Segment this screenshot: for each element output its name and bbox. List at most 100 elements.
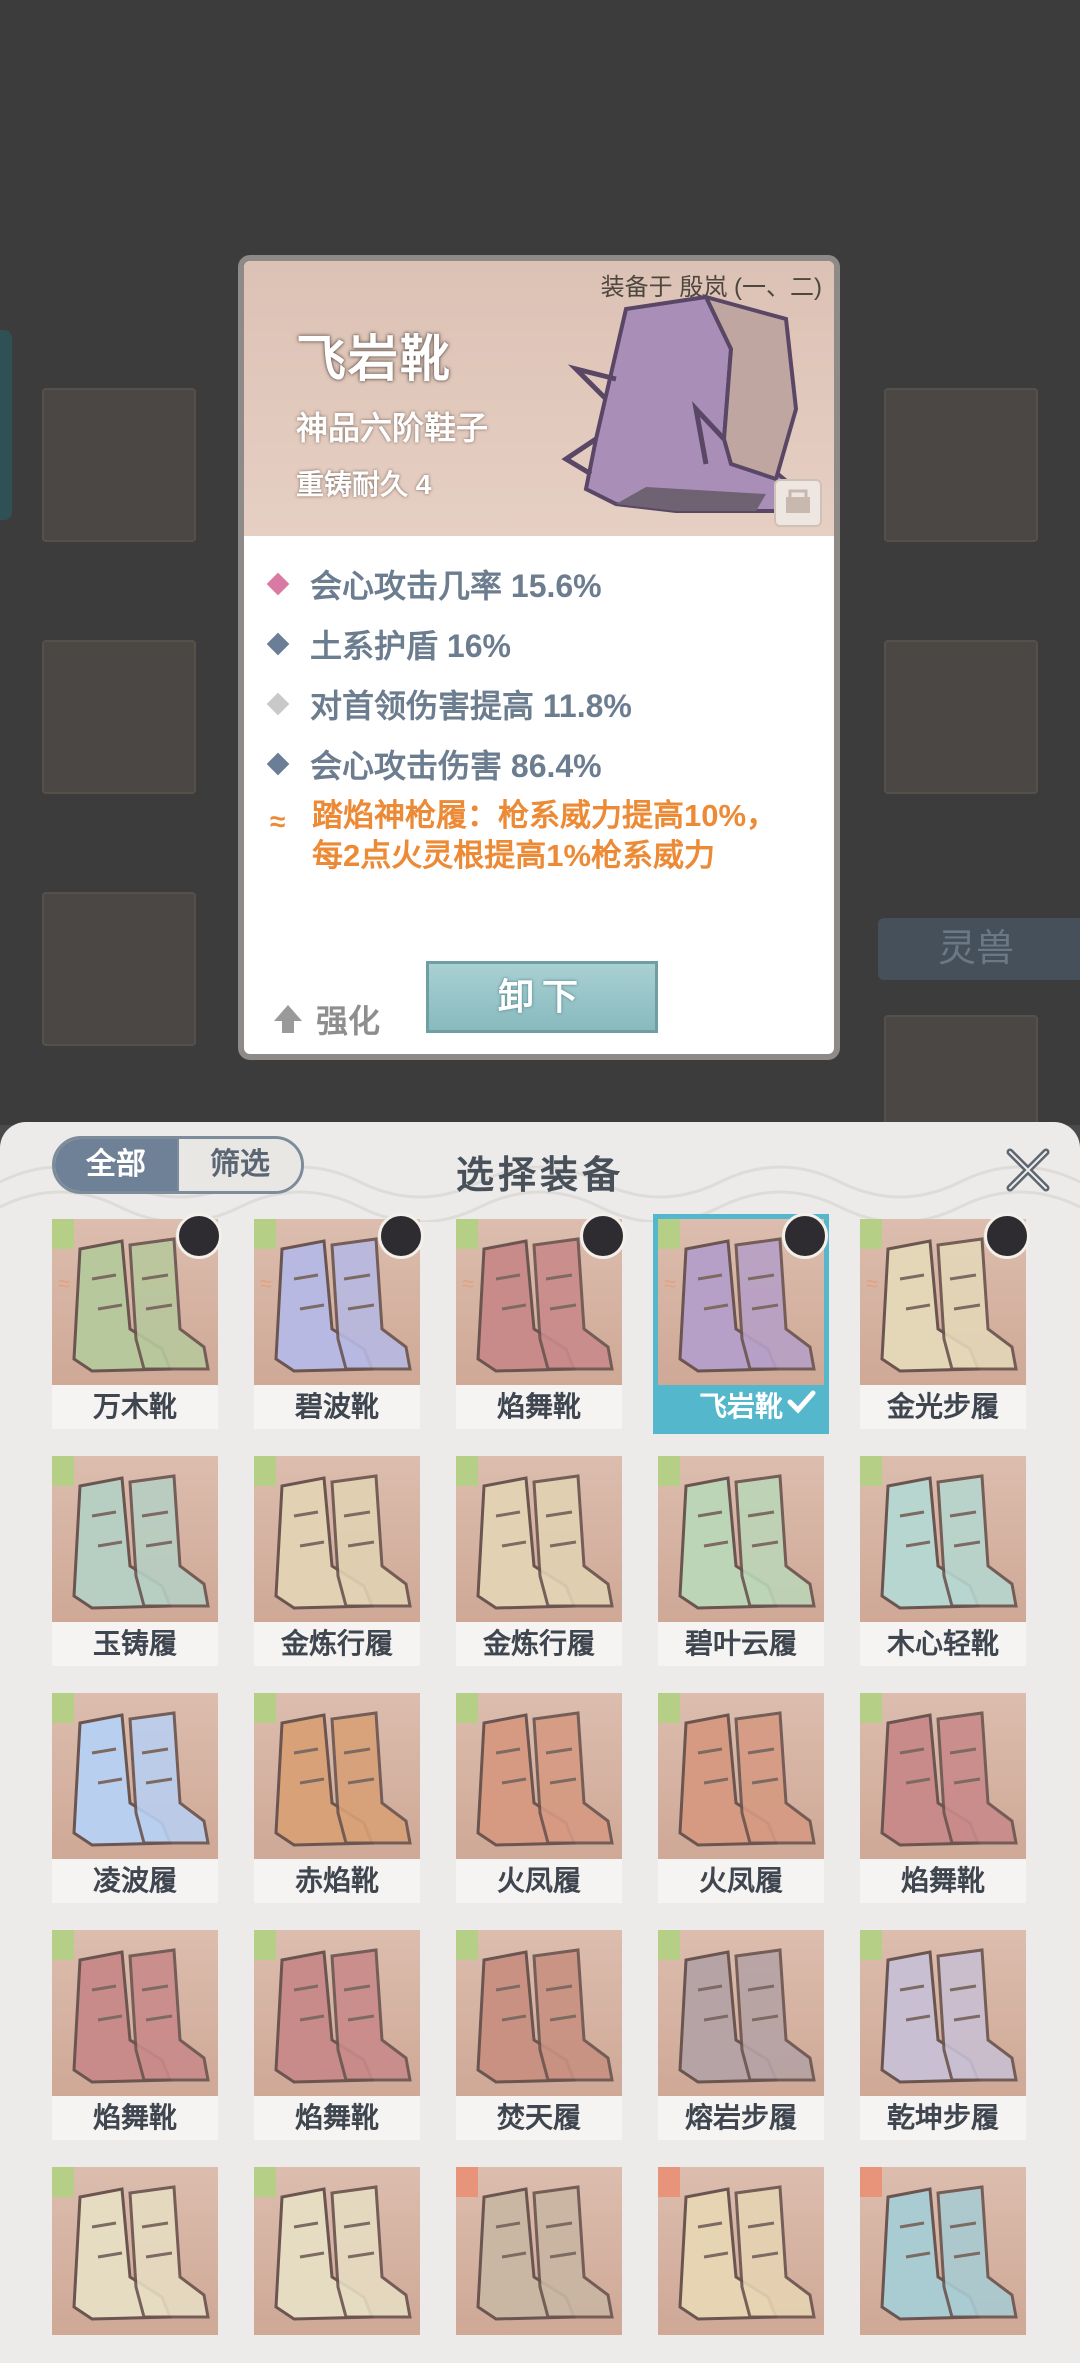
boot-icon: [678, 1474, 816, 1610]
equipment-slot[interactable]: [52, 2167, 218, 2363]
equipment-slot[interactable]: 火凤履: [456, 1693, 622, 1903]
boot-type-badge-icon: [254, 1456, 276, 1486]
set-bonus-icon: ≈: [270, 806, 286, 837]
background-equip-slot: [42, 388, 196, 542]
equipment-name: 碧波靴: [254, 1385, 420, 1429]
equipment-art: [456, 1693, 622, 1861]
boot-icon: [72, 1948, 210, 2084]
item-name: 飞岩靴: [296, 329, 452, 388]
equipment-slot[interactable]: ≈ 飞岩靴: [653, 1213, 829, 1434]
equipment-art: [52, 1930, 218, 2098]
equipment-slot[interactable]: 焰舞靴: [254, 1930, 420, 2140]
stat-text: 对首领伤害提高 11.8%: [310, 688, 632, 724]
set-bonus-line-1: 踏焰神枪履：枪系威力提高10%，: [312, 798, 778, 833]
equipment-slot[interactable]: ≈ 金光步履: [860, 1213, 1030, 1429]
upgrade-button[interactable]: 强化: [274, 996, 380, 1042]
equipment-slot[interactable]: ≈ 碧波靴: [254, 1213, 424, 1429]
equipment-art: [860, 1693, 1026, 1861]
equipment-art: [658, 1456, 824, 1624]
boot-icon: [678, 2185, 816, 2321]
select-equipment-sheet: 全部 筛选 选择装备 ≈ 万木靴 ≈ 碧波靴 ≈ 焰舞靴 ≈ 飞岩靴 ≈ 金光步履 玉铸履 金炼行履金…: [0, 1122, 1080, 2363]
equipped-character-avatar: [782, 1213, 828, 1259]
equipment-art: [254, 1456, 420, 1624]
equipment-slot[interactable]: 乾坤步履: [860, 1930, 1026, 2140]
set-bonus-icon: ≈: [58, 1271, 71, 1296]
equipment-art: [254, 2167, 420, 2335]
equipment-slot[interactable]: 金炼行履: [254, 1456, 420, 1666]
boot-icon: [678, 1711, 816, 1847]
equipment-art: [456, 1456, 622, 1624]
boot-type-badge-icon: [254, 1219, 276, 1249]
stat-row: 会心攻击伤害 86.4%: [266, 741, 602, 787]
boot-type-badge-icon: [456, 2167, 478, 2197]
boot-type-badge-icon: [658, 1456, 680, 1486]
equipment-name: 万木靴: [52, 1385, 218, 1429]
boot-icon: [880, 1948, 1018, 2084]
item-grade: 神品六阶鞋子: [296, 410, 489, 446]
equipment-name: 熔岩步履: [658, 2096, 824, 2140]
boot-icon: [476, 1948, 614, 2084]
boot-type-badge-icon: [860, 1219, 882, 1249]
item-detail-card: 装备于 殷岚 (一、二) 飞岩靴 神品六阶鞋子 重铸耐久 4 会心攻击几率 15…: [238, 255, 840, 1060]
set-bonus: ≈ 踏焰神枪履：枪系威力提高10%， 每2点火灵根提高1%枪系威力: [270, 796, 810, 876]
boot-type-badge-icon: [456, 1930, 478, 1960]
equipment-slot[interactable]: [860, 2167, 1026, 2363]
equipment-slot[interactable]: [658, 2167, 824, 2363]
arrow-up-icon: [274, 1005, 302, 1033]
boot-type-badge-icon: [254, 2167, 276, 2197]
equipment-art: [860, 1456, 1026, 1624]
boot-type-badge-icon: [254, 1693, 276, 1723]
background-equip-slot: [884, 1015, 1038, 1129]
background-side-tab: [0, 330, 12, 520]
equipment-slot[interactable]: 火凤履: [658, 1693, 824, 1903]
equipped-character-avatar: [176, 1213, 222, 1259]
boot-icon: [476, 1474, 614, 1610]
equipment-name: 焰舞靴: [456, 1385, 622, 1429]
equipment-slot[interactable]: 金炼行履: [456, 1456, 622, 1666]
set-bonus-icon: ≈: [462, 1271, 475, 1296]
equipped-character-avatar: [984, 1213, 1030, 1259]
upgrade-label: 强化: [316, 1003, 381, 1039]
equipment-art: [658, 2167, 824, 2335]
equipment-art: [52, 2167, 218, 2335]
diamond-icon: [266, 692, 290, 716]
boot-type-badge-icon: [254, 1930, 276, 1960]
boot-icon: [72, 1474, 210, 1610]
equipment-slot[interactable]: 凌波履: [52, 1693, 218, 1903]
equipment-slot[interactable]: 熔岩步履: [658, 1930, 824, 2140]
lock-icon[interactable]: [774, 479, 822, 527]
equipment-slot[interactable]: 碧叶云履: [658, 1456, 824, 1666]
equipment-name: 乾坤步履: [860, 2096, 1026, 2140]
equipment-slot[interactable]: 焰舞靴: [52, 1930, 218, 2140]
background-equip-slot: [884, 388, 1038, 542]
equipment-slot[interactable]: ≈ 万木靴: [52, 1213, 222, 1429]
equipment-name: 金炼行履: [456, 1622, 622, 1666]
equipment-art: [456, 2167, 622, 2335]
equipment-name: 碧叶云履: [658, 1622, 824, 1666]
equipment-art: [52, 1456, 218, 1624]
equipped-character-avatar: [378, 1213, 424, 1259]
diamond-icon: [266, 752, 290, 776]
close-icon[interactable]: [1002, 1144, 1054, 1196]
equipment-slot[interactable]: 焚天履: [456, 1930, 622, 2140]
equipment-slot[interactable]: ≈ 焰舞靴: [456, 1213, 626, 1429]
equipment-slot[interactable]: [456, 2167, 622, 2363]
equipment-slot[interactable]: 木心轻靴: [860, 1456, 1026, 1666]
set-bonus-icon: ≈: [664, 1271, 677, 1296]
diamond-icon: [266, 572, 290, 596]
equipment-art: [254, 1693, 420, 1861]
equipment-name: 金光步履: [860, 1385, 1026, 1429]
stat-text: 会心攻击伤害 86.4%: [310, 748, 602, 784]
equipment-slot[interactable]: 玉铸履: [52, 1456, 218, 1666]
equipment-slot[interactable]: [254, 2167, 420, 2363]
item-durability: 重铸耐久 4: [296, 469, 432, 500]
stat-row: 会心攻击几率 15.6%: [266, 561, 602, 607]
boot-type-badge-icon: [52, 1693, 74, 1723]
equipment-name: 凌波履: [52, 1859, 218, 1903]
equipment-slot[interactable]: 赤焰靴: [254, 1693, 420, 1903]
unequip-button[interactable]: 卸下: [426, 961, 658, 1033]
boot-type-badge-icon: [52, 2167, 74, 2197]
equipment-slot[interactable]: 焰舞靴: [860, 1693, 1026, 1903]
equipment-art: [860, 1930, 1026, 2098]
equipment-name: 火凤履: [456, 1859, 622, 1903]
